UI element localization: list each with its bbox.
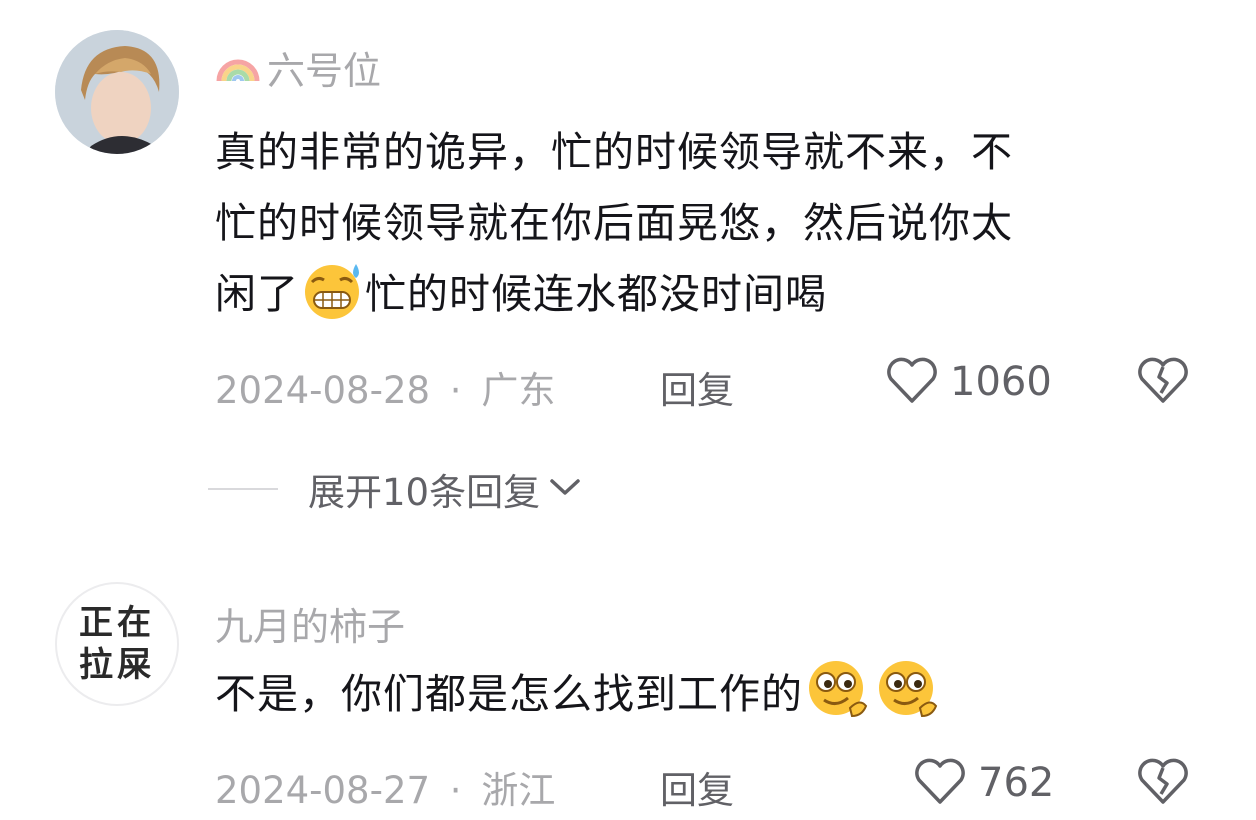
- comment-item: 六号位 真的非常的诡异，忙的时候领导就不来，不 忙的时候领导就在你后面晃悠，然后…: [0, 0, 1256, 440]
- rainbow-icon: [215, 43, 261, 92]
- comment-text: 不是，你们都是怎么找到工作的: [215, 658, 1215, 742]
- comment-date: 2024-08-28: [215, 369, 431, 412]
- like-button[interactable]: 762: [912, 756, 1054, 810]
- broken-heart-icon: [1135, 357, 1191, 409]
- comment-text-line: 闲了 忙的时候连水都没时间喝: [215, 259, 1215, 342]
- comment-location: 广东: [481, 369, 556, 412]
- smirk-emoji: [804, 658, 872, 742]
- comment-text-line: 不是，你们都是怎么找到工作的: [215, 658, 1215, 742]
- comment-meta: 2024-08-28 · 广东: [215, 360, 555, 414]
- avatar[interactable]: 正在 拉屎: [55, 582, 179, 706]
- broken-heart-icon: [1135, 758, 1191, 810]
- meta-separator: ·: [449, 369, 462, 412]
- dislike-button[interactable]: [1135, 355, 1191, 409]
- avatar-text: 拉屎: [79, 645, 155, 685]
- comment-date: 2024-08-27: [215, 769, 431, 812]
- comment-item: 正在 拉屎 九月的柿子 不是，你们都是怎么找到工作的 2024-08-27 · …: [0, 560, 1256, 820]
- chevron-down-icon: [548, 475, 582, 503]
- like-count: 762: [978, 760, 1055, 806]
- comment-text-fragment: 闲了: [215, 270, 299, 318]
- smirk-emoji: [874, 658, 942, 742]
- divider-line: [208, 488, 278, 490]
- expand-replies-button[interactable]: 展开10条回复: [208, 462, 582, 516]
- like-button[interactable]: 1060: [884, 355, 1052, 409]
- comment-text-line: 真的非常的诡异，忙的时候领导就不来，不: [215, 128, 1013, 176]
- heart-outline-icon: [884, 355, 940, 409]
- comment-location: 浙江: [481, 769, 556, 812]
- dislike-button[interactable]: [1135, 756, 1191, 810]
- comment-text-fragment: 不是，你们都是怎么找到工作的: [215, 670, 803, 718]
- reply-button[interactable]: 回复: [660, 760, 734, 814]
- meta-separator: ·: [449, 769, 462, 812]
- avatar[interactable]: [55, 30, 179, 154]
- comment-text-line: 忙的时候领导就在你后面晃悠，然后说你太: [215, 199, 1013, 247]
- username-text: 九月的柿子: [215, 605, 406, 649]
- heart-outline-icon: [912, 756, 968, 810]
- avatar-photo: [55, 30, 179, 154]
- reply-button[interactable]: 回复: [660, 360, 734, 414]
- like-count: 1060: [950, 359, 1052, 405]
- avatar-text: 正在: [79, 603, 155, 643]
- grimace-sweat-emoji: [300, 260, 364, 342]
- comment-username[interactable]: 六号位: [215, 40, 381, 95]
- comment-username[interactable]: 九月的柿子: [215, 596, 405, 651]
- comment-text-fragment: 忙的时候连水都没时间喝: [365, 270, 827, 318]
- username-text: 六号位: [267, 49, 382, 93]
- comment-meta: 2024-08-27 · 浙江: [215, 760, 555, 814]
- expand-replies-label: 展开10条回复: [308, 471, 541, 514]
- comment-text: 真的非常的诡异，忙的时候领导就不来，不 忙的时候领导就在你后面晃悠，然后说你太 …: [215, 117, 1215, 342]
